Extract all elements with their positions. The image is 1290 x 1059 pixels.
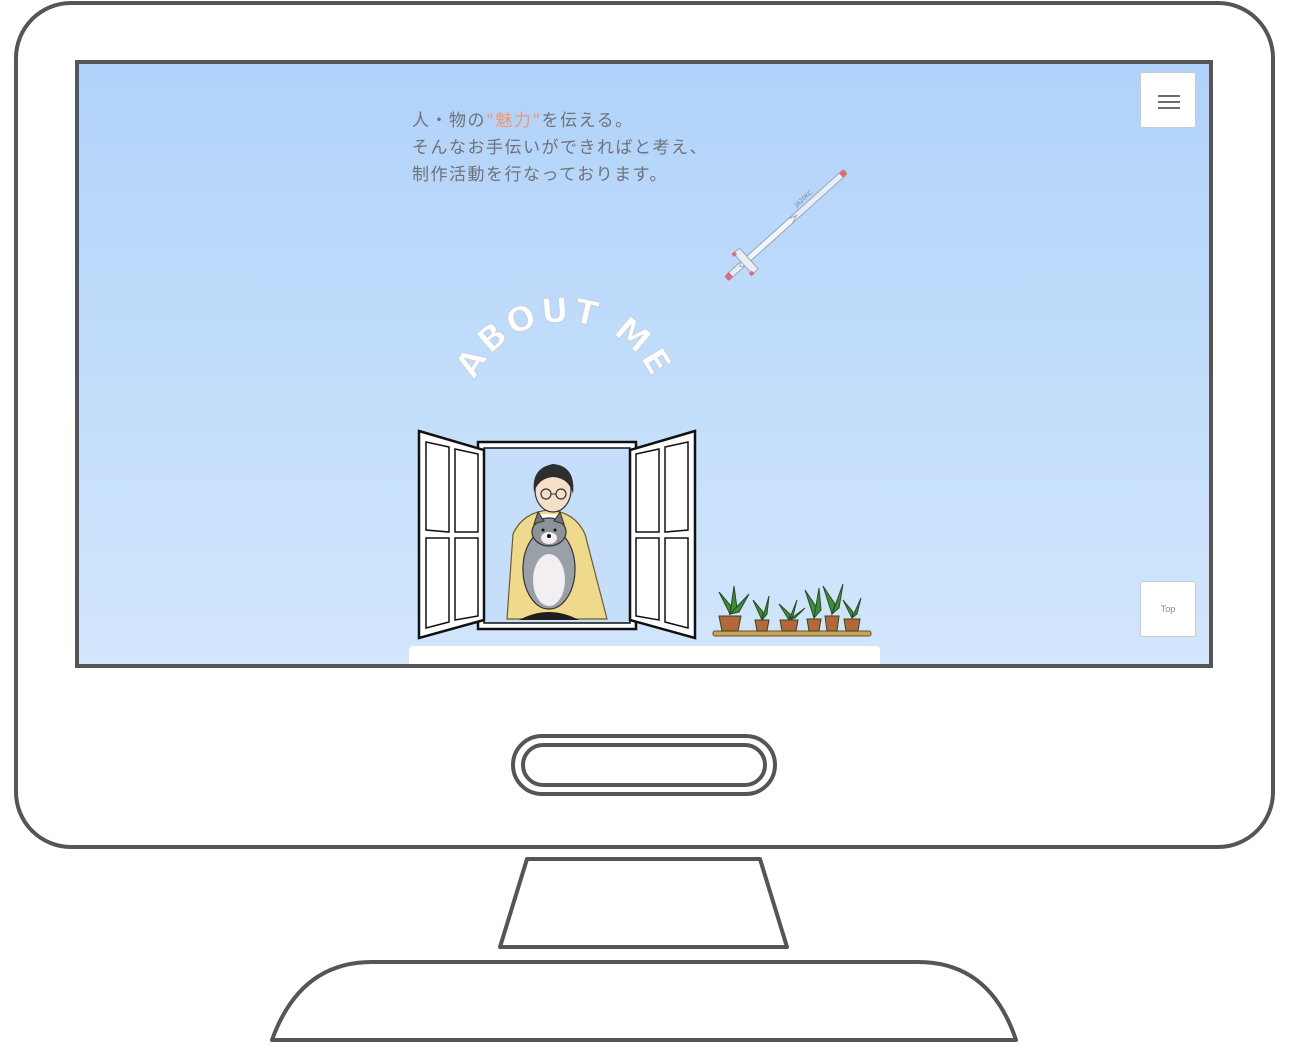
potted-plants-illustration	[712, 583, 872, 637]
scene-illustration: JA20KC ABOUT ME	[417, 169, 872, 640]
screen: 人・物の"魅力"を伝える。 そんなお手伝いができればと考え、 制作活動を行なって…	[79, 64, 1209, 664]
menu-button[interactable]	[1140, 72, 1196, 128]
about-me-title-text: ABOUT ME	[447, 290, 678, 386]
svg-text:ABOUT ME: ABOUT ME	[448, 290, 680, 384]
hamburger-icon	[1158, 95, 1180, 97]
hamburger-icon	[1158, 101, 1180, 103]
hamburger-icon	[1158, 107, 1180, 109]
about-me-title: ABOUT ME	[447, 290, 680, 386]
glider-illustration: JA20KC	[724, 169, 848, 281]
window-sill	[409, 646, 880, 664]
back-to-top-button[interactable]: Top	[1140, 581, 1196, 637]
